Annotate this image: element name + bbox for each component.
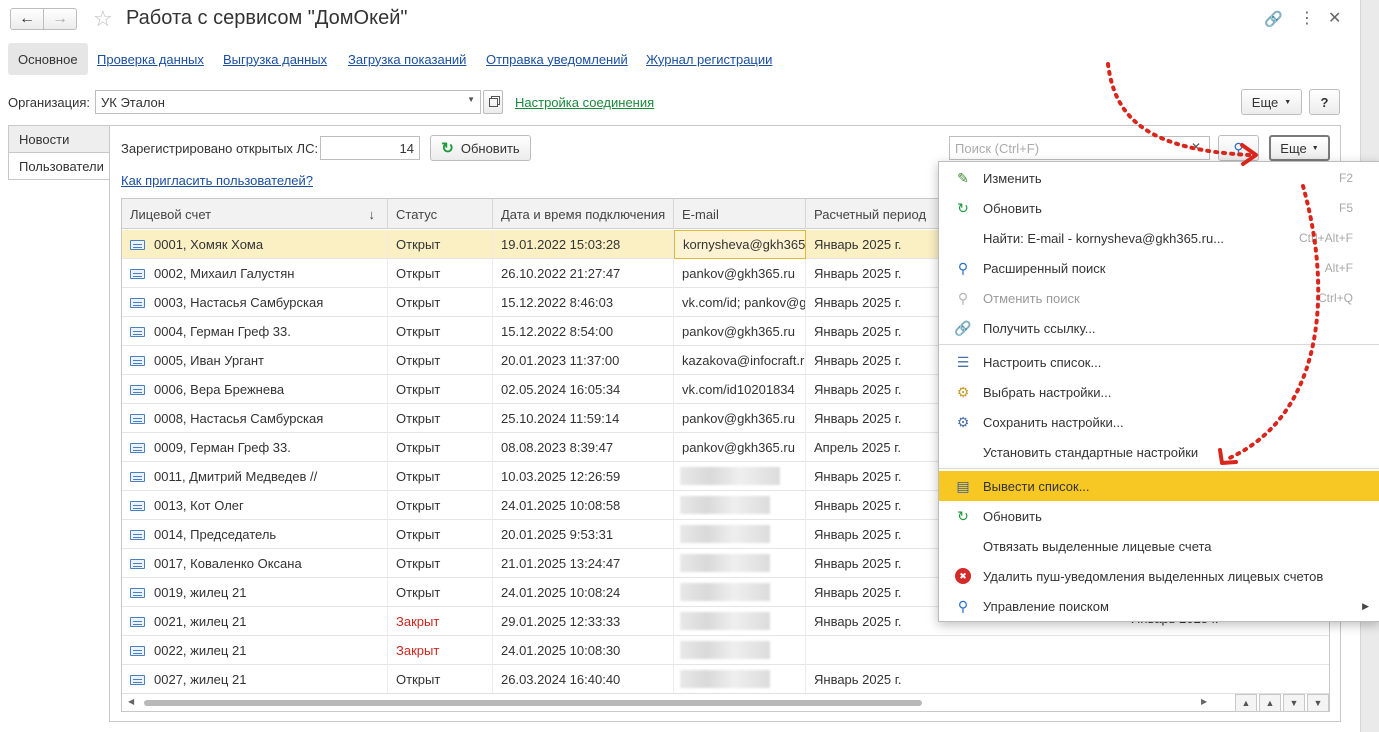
annotation-arrow-1: [1106, 62, 1252, 157]
annotation-arrows: [1106, 62, 1321, 465]
annotation-arrow-2: [1223, 184, 1321, 462]
